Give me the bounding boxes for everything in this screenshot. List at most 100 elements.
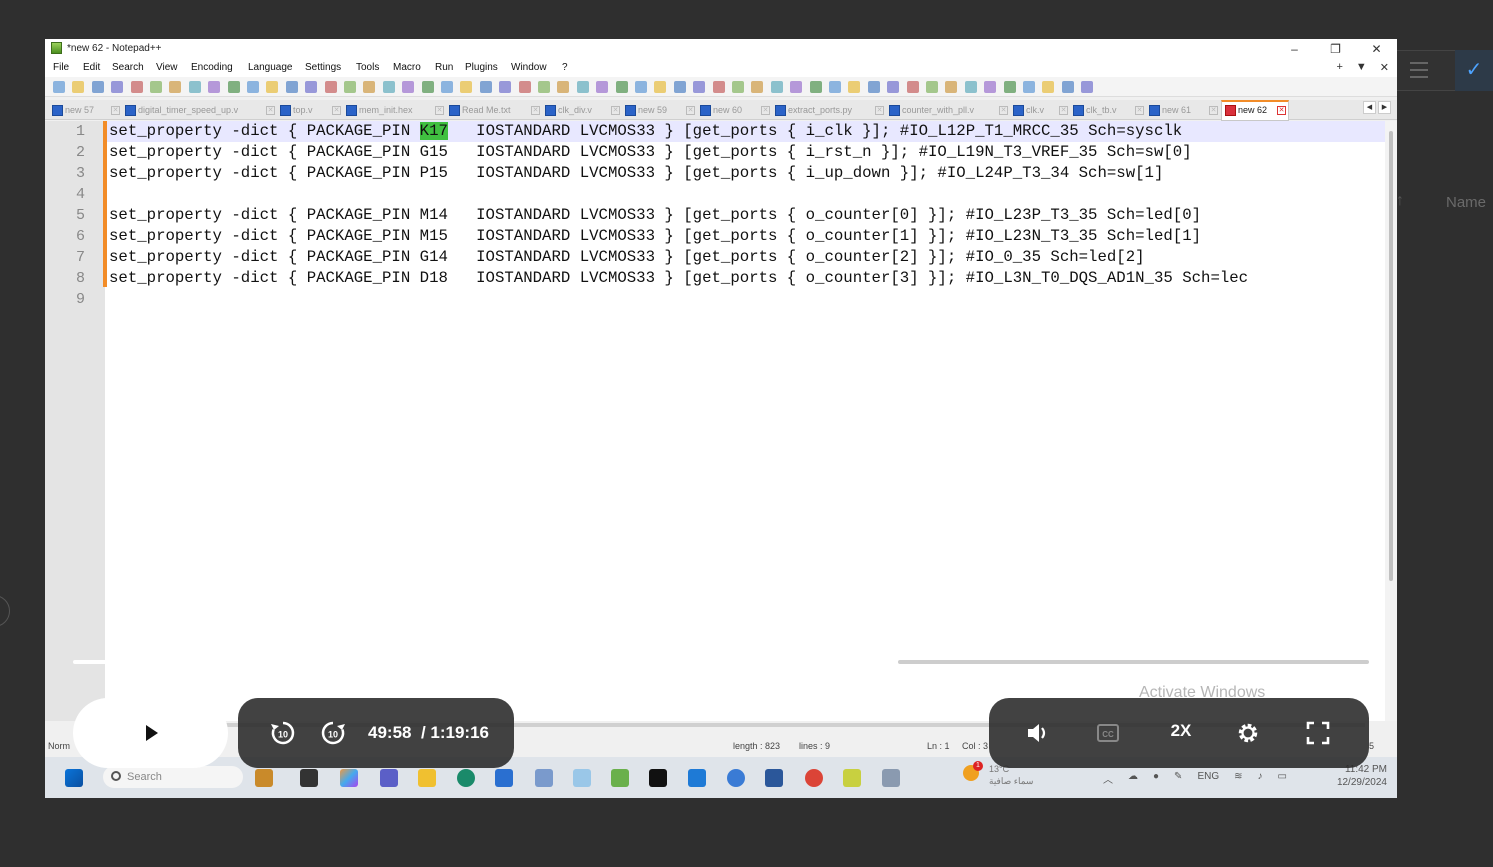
vscode-icon[interactable] <box>688 769 706 787</box>
tab-close-icon[interactable]: ✕ <box>761 106 770 115</box>
menu-search[interactable]: Search <box>112 62 144 73</box>
menu-language[interactable]: Language <box>248 62 293 73</box>
toolbar-button-icon[interactable] <box>770 81 783 93</box>
tab-close-icon[interactable]: ✕ <box>1277 106 1286 115</box>
tab-scroll-right-icon[interactable]: ▶ <box>1378 101 1391 114</box>
close-icon[interactable]: ✕ <box>1356 39 1397 59</box>
toolbar-button-icon[interactable] <box>829 81 841 93</box>
tab-close-icon[interactable]: ✕ <box>435 106 444 115</box>
cloud-icon[interactable]: ☁ <box>1128 771 1138 786</box>
toolbar-button-icon[interactable] <box>712 81 725 93</box>
tab-new-60[interactable]: new 60 ✕ <box>697 102 772 120</box>
toolbar-button-icon[interactable] <box>53 81 65 93</box>
toolbar-button-icon[interactable] <box>848 81 861 93</box>
menu-help[interactable]: ? <box>562 62 568 73</box>
toolbar-button-icon[interactable] <box>906 81 919 93</box>
play-button[interactable] <box>73 698 228 768</box>
matlab-icon[interactable] <box>573 769 591 787</box>
minimize-icon[interactable]: – <box>1274 39 1315 59</box>
tab-close-icon[interactable]: ✕ <box>999 106 1008 115</box>
code-line[interactable]: set_property -dict { PACKAGE_PIN D18 IOS… <box>109 268 1248 289</box>
menu-plugins[interactable]: Plugins <box>465 62 498 73</box>
toolbar-button-icon[interactable] <box>615 81 628 93</box>
toolbar-button-icon[interactable] <box>324 81 337 93</box>
toolbar-button-icon[interactable] <box>285 81 298 93</box>
speed-button[interactable]: 2X <box>1161 721 1201 747</box>
tab-close-icon[interactable]: ✕ <box>332 106 341 115</box>
menu-edit[interactable]: Edit <box>83 62 100 73</box>
scrollbar-thumb[interactable] <box>1389 131 1393 581</box>
rewind-10-button[interactable]: 10 <box>268 718 298 748</box>
toolbar-button-icon[interactable] <box>1081 81 1094 93</box>
menu-run[interactable]: Run <box>435 62 453 73</box>
wifi-icon[interactable]: ≋ <box>1234 771 1242 786</box>
tab-close-icon[interactable]: ✕ <box>1135 106 1144 115</box>
tab-close-icon[interactable]: ✕ <box>611 106 620 115</box>
hamburger-menu-icon[interactable] <box>1410 62 1428 78</box>
toolbar-button-icon[interactable] <box>518 81 531 93</box>
code-line[interactable]: set_property -dict { PACKAGE_PIN G14 IOS… <box>109 247 1145 268</box>
fullscreen-button[interactable] <box>1305 720 1331 746</box>
tab-close-icon[interactable]: ✕ <box>686 106 695 115</box>
toolbar-button-icon[interactable] <box>1042 81 1055 93</box>
toolbar-button-icon[interactable] <box>1023 81 1035 93</box>
network-tool-icon[interactable] <box>535 769 553 787</box>
toolbar-button-icon[interactable] <box>790 81 803 93</box>
toolbar-button-icon[interactable] <box>945 81 958 93</box>
xilinx-icon[interactable] <box>649 769 667 787</box>
close-doc-icon[interactable]: ✕ <box>1380 61 1389 74</box>
tab-readme[interactable]: Read Me.txt ✕ <box>446 102 542 120</box>
tab-new-61[interactable]: new 61 ✕ <box>1146 102 1220 120</box>
check-icon[interactable]: ✓ <box>1455 50 1493 91</box>
toolbar-button-icon[interactable] <box>479 81 492 93</box>
toolbar-button-icon[interactable] <box>867 81 880 93</box>
code-line[interactable]: set_property -dict { PACKAGE_PIN M14 IOS… <box>109 205 1201 226</box>
code-line[interactable]: set_property -dict { PACKAGE_PIN M15 IOS… <box>109 226 1201 247</box>
notepad-plus-plus-icon[interactable] <box>611 769 629 787</box>
toolbar-button-icon[interactable] <box>305 81 318 93</box>
tab-close-icon[interactable]: ✕ <box>111 106 120 115</box>
toolbar-button-icon[interactable] <box>809 81 822 93</box>
video-player[interactable]: *new 62 - Notepad++ – ❐ ✕ File Edit Sear… <box>45 39 1397 798</box>
toolbar-button-icon[interactable] <box>91 81 104 93</box>
forward-10-button[interactable]: 10 <box>318 718 348 748</box>
tab-extract-ports[interactable]: extract_ports.py ✕ <box>772 102 886 120</box>
toolbar-button-icon[interactable] <box>111 81 124 93</box>
menu-view[interactable]: View <box>156 62 178 73</box>
briefcase-icon[interactable] <box>255 769 273 787</box>
toolbar-button-icon[interactable] <box>227 81 240 93</box>
menu-file[interactable]: File <box>53 62 69 73</box>
tab-clk-div[interactable]: clk_div.v ✕ <box>542 102 622 120</box>
code-line[interactable]: set_property -dict { PACKAGE_PIN G15 IOS… <box>109 142 1192 163</box>
background-circle-button[interactable] <box>0 595 10 627</box>
copilot-icon[interactable] <box>340 769 358 787</box>
code-line[interactable]: set_property -dict { PACKAGE_PIN K17 IOS… <box>109 121 1182 142</box>
toolbar-button-icon[interactable] <box>1061 81 1074 93</box>
taskbar-search[interactable]: Search <box>103 766 243 788</box>
captions-button[interactable]: CC <box>1095 722 1121 744</box>
word-icon[interactable] <box>765 769 783 787</box>
edge-icon[interactable] <box>457 769 475 787</box>
tab-close-icon[interactable]: ✕ <box>266 106 275 115</box>
toolbar-button-icon[interactable] <box>266 81 279 93</box>
language-indicator[interactable]: ENG <box>1197 771 1219 786</box>
windows-start-icon[interactable] <box>65 769 83 787</box>
tab-close-icon[interactable]: ✕ <box>531 106 540 115</box>
tab-list-icon[interactable]: ▼ <box>1356 61 1367 74</box>
chrome-icon[interactable] <box>805 769 823 787</box>
toolbar-button-icon[interactable] <box>130 81 143 93</box>
tab-new-62[interactable]: new 62 ✕ <box>1221 100 1289 121</box>
browser-icon[interactable] <box>727 769 745 787</box>
toolbar-button-icon[interactable] <box>984 81 997 93</box>
toolbar-button-icon[interactable] <box>460 81 473 93</box>
code-line[interactable]: set_property -dict { PACKAGE_PIN P15 IOS… <box>109 163 1163 184</box>
toolbar-button-icon[interactable] <box>72 81 85 93</box>
tab-mem-init[interactable]: mem_init.hex ✕ <box>343 102 446 120</box>
toolbar-button-icon[interactable] <box>208 81 221 93</box>
volume-button[interactable] <box>1025 720 1051 746</box>
toolbar-button-icon[interactable] <box>557 81 570 93</box>
tab-clk-v[interactable]: clk.v ✕ <box>1010 102 1070 120</box>
menu-tools[interactable]: Tools <box>356 62 379 73</box>
toolbar-button-icon[interactable] <box>673 81 686 93</box>
tab-clk-tb[interactable]: clk_tb.v ✕ <box>1070 102 1146 120</box>
